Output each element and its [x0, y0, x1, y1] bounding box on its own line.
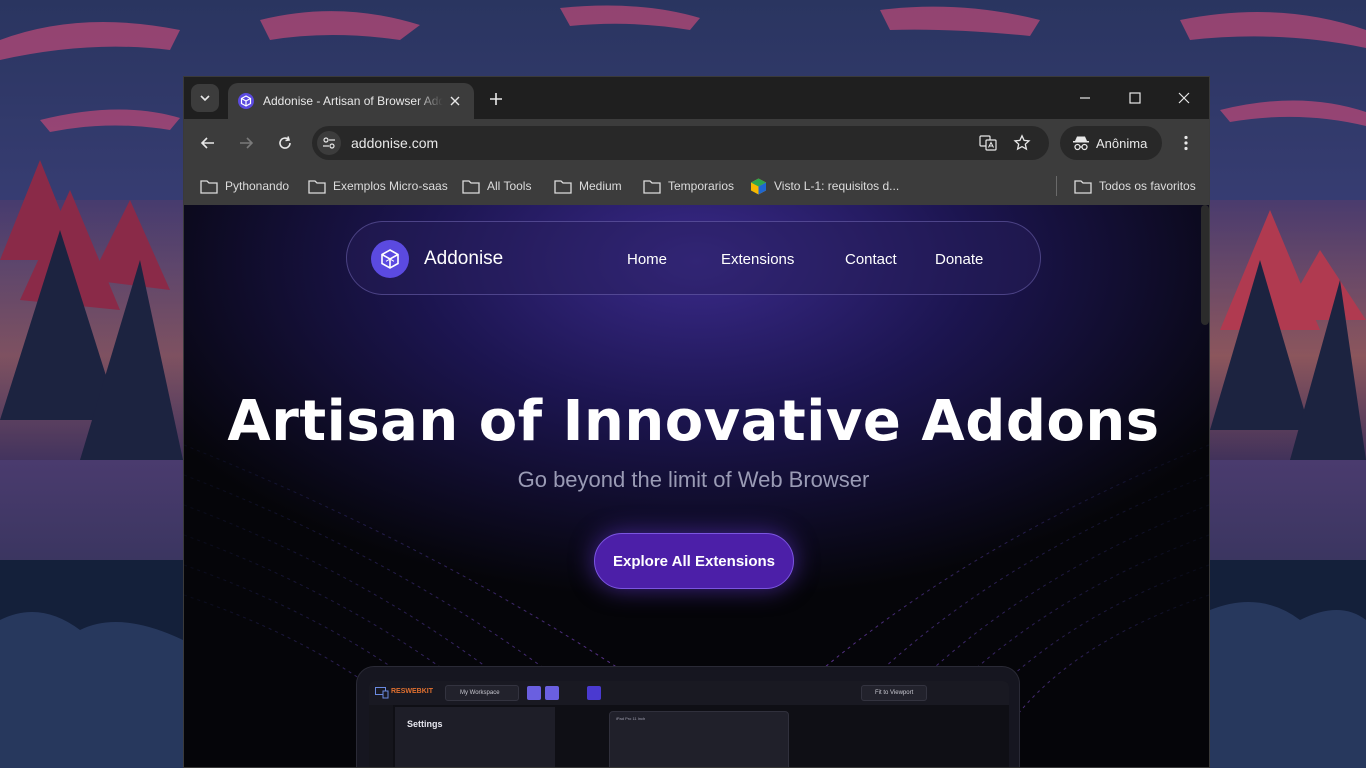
browser-titlebar: Addonise - Artisan of Browser Addons — [184, 77, 1209, 119]
folder-icon — [200, 179, 218, 194]
bookmark-folder-exemplos[interactable]: Exemplos Micro-saas — [308, 175, 448, 197]
close-icon — [450, 96, 460, 106]
tab-search-button[interactable] — [191, 84, 219, 112]
arrow-left-icon — [200, 137, 214, 149]
bookmark-label: Temporarios — [668, 179, 735, 193]
bookmark-folder-medium[interactable]: Medium — [554, 175, 622, 197]
browser-menu-button[interactable] — [1174, 131, 1198, 155]
site-navbar: Addonise Home Extensions Contact Donate — [346, 221, 1041, 295]
bookmarks-divider — [1056, 176, 1057, 196]
preview-app-window: RESWEBKIT My Workspace Fit to Viewport S… — [369, 681, 1009, 767]
reload-icon — [279, 136, 291, 149]
tab-title: Addonise - Artisan of Browser Addons — [263, 94, 443, 108]
browser-window: Addonise - Artisan of Browser Addons — [183, 76, 1210, 768]
bookmark-folder-temporarios[interactable]: Temporarios — [643, 175, 734, 197]
folder-icon — [554, 179, 572, 194]
incognito-profile-button[interactable]: Anônima — [1060, 126, 1162, 160]
nav-link-home[interactable]: Home — [627, 251, 667, 268]
address-bar[interactable]: addonise.com — [312, 126, 1049, 160]
folder-icon — [643, 179, 661, 194]
more-vertical-icon — [1184, 135, 1188, 151]
explore-extensions-button[interactable]: Explore All Extensions — [594, 533, 794, 589]
preview-sidebar — [369, 705, 393, 767]
preview-settings-panel — [395, 707, 555, 767]
arrow-right-icon — [240, 137, 254, 149]
browser-tab-active[interactable]: Addonise - Artisan of Browser Addons — [228, 83, 474, 119]
folder-icon — [462, 179, 480, 194]
site-info-button[interactable] — [317, 131, 341, 155]
brand-name[interactable]: Addonise — [424, 248, 503, 270]
maximize-icon — [1129, 92, 1141, 104]
bookmark-folder-all-tools[interactable]: All Tools — [462, 175, 531, 197]
addonise-favicon-icon — [238, 93, 254, 109]
bookmark-label: Exemplos Micro-saas — [333, 179, 448, 193]
preview-toolbar: RESWEBKIT My Workspace Fit to Viewport — [369, 681, 1009, 705]
bookmark-folder-pythonando[interactable]: Pythonando — [200, 175, 289, 197]
bookmark-label: Todos os favoritos — [1099, 179, 1196, 193]
web-page: Addonise Home Extensions Contact Donate … — [184, 205, 1209, 767]
new-tab-button[interactable] — [484, 87, 508, 111]
close-icon — [1178, 92, 1190, 104]
maximize-button[interactable] — [1111, 77, 1159, 119]
nav-link-extensions[interactable]: Extensions — [721, 251, 794, 268]
folder-icon — [1074, 179, 1092, 194]
folder-icon — [308, 179, 326, 194]
preview-tool-icon — [527, 686, 541, 700]
nav-link-donate[interactable]: Donate — [935, 251, 983, 268]
preview-brand: RESWEBKIT — [391, 688, 433, 695]
preview-workspace-select: My Workspace — [445, 685, 519, 701]
preview-fit-label: Fit to Viewport — [875, 690, 914, 696]
browser-toolbar: addonise.com Anônima — [184, 119, 1209, 167]
responsive-logo-icon — [375, 687, 389, 699]
url-text[interactable]: addonise.com — [351, 135, 438, 151]
preview-device-frame: iPad Pro 11 Inch — [609, 711, 789, 767]
forward-button[interactable] — [234, 131, 258, 155]
hero-subtitle: Go beyond the limit of Web Browser — [517, 467, 870, 492]
close-window-button[interactable] — [1160, 77, 1208, 119]
bookmark-label: Visto L-1: requisitos d... — [774, 179, 900, 193]
preview-tool-icon — [545, 686, 559, 700]
plus-icon — [490, 93, 502, 105]
bookmarks-bar: Pythonando Exemplos Micro-saas All Tools… — [184, 167, 1209, 205]
star-icon — [1013, 134, 1031, 151]
preview-device-label: iPad Pro 11 Inch — [616, 716, 646, 721]
incognito-label: Anônima — [1096, 135, 1148, 151]
minimize-button[interactable] — [1061, 77, 1109, 119]
hero-title: Artisan of Innovative Addons — [227, 389, 1160, 454]
tune-icon — [323, 137, 335, 149]
translate-button[interactable] — [978, 133, 998, 153]
page-scrollbar[interactable] — [1201, 205, 1209, 325]
bookmark-visto[interactable]: Visto L-1: requisitos d... — [750, 175, 899, 197]
addonise-logo-icon[interactable] — [371, 240, 409, 278]
incognito-icon — [1073, 136, 1089, 151]
nav-link-contact[interactable]: Contact — [845, 251, 897, 268]
preview-tool-icon — [587, 686, 601, 700]
bookmark-star-button[interactable] — [1012, 133, 1032, 153]
site-favicon-icon — [751, 178, 766, 194]
tab-close-button[interactable] — [446, 92, 464, 110]
bookmark-label: Pythonando — [225, 179, 290, 193]
preview-workspace-label: My Workspace — [460, 690, 500, 696]
all-bookmarks-folder[interactable]: Todos os favoritos — [1074, 175, 1196, 197]
app-preview: RESWEBKIT My Workspace Fit to Viewport S… — [356, 666, 1020, 767]
preview-fit-select: Fit to Viewport — [861, 685, 927, 701]
translate-icon — [979, 135, 997, 151]
back-button[interactable] — [196, 131, 220, 155]
cube-icon — [381, 249, 399, 269]
bookmark-label: All Tools — [487, 179, 532, 193]
preview-settings-title: Settings — [407, 719, 443, 729]
minimize-icon — [1080, 97, 1090, 99]
bookmark-label: Medium — [579, 179, 622, 193]
reload-button[interactable] — [273, 131, 297, 155]
chevron-down-icon — [200, 95, 210, 102]
